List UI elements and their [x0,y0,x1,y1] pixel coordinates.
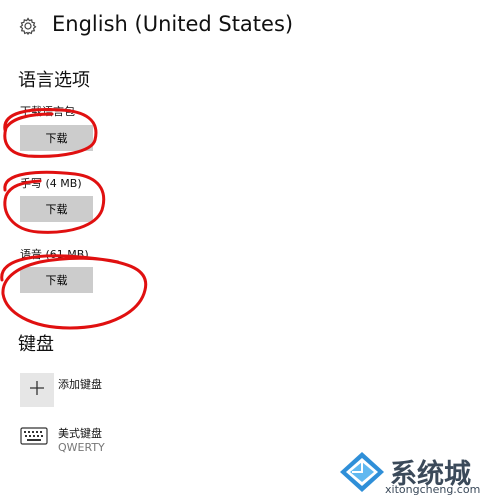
download-speech-button[interactable]: 下载 [20,267,93,293]
language-options-heading: 语言选项 [18,70,90,91]
watermark-logo-icon [338,450,386,498]
speech-label: 语音 (61 MB) [20,248,89,261]
handwriting-label: 手写 (4 MB) [20,177,82,190]
keyboard-name[interactable]: 美式键盘 [58,425,102,441]
gear-icon [18,16,38,36]
page-title: English (United States) [52,12,294,36]
plus-icon [29,380,45,400]
keyboard-layout: QWERTY [58,441,105,454]
add-keyboard-button[interactable] [20,373,54,407]
add-keyboard-label[interactable]: 添加键盘 [58,376,102,392]
download-language-pack-button[interactable]: 下载 [20,125,93,151]
language-pack-label: 下载语言包 [20,105,75,118]
keyboard-icon [20,427,48,449]
keyboard-heading: 键盘 [18,334,54,355]
download-handwriting-button[interactable]: 下载 [20,196,93,222]
watermark-url: xitongcheng.com [385,483,481,496]
